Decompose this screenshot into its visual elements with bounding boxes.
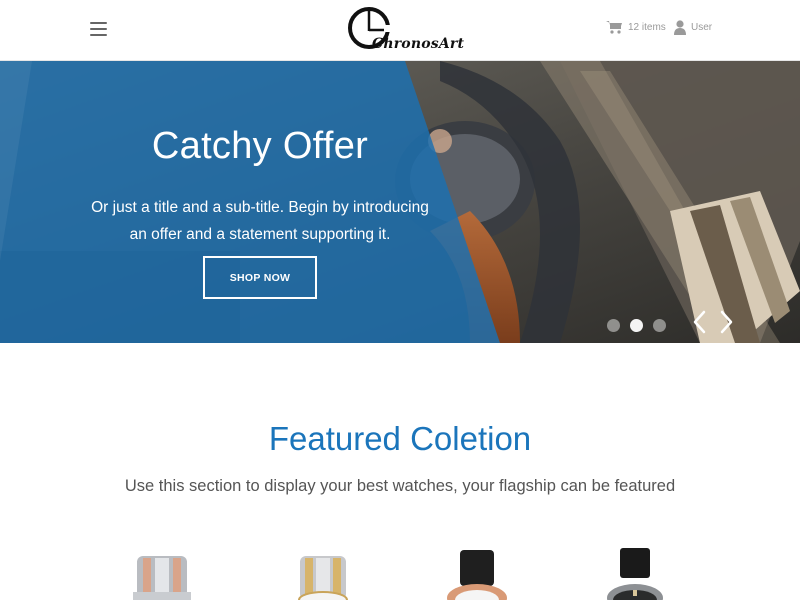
cart-count-label: 12 items: [628, 21, 666, 33]
chevron-left-icon[interactable]: [690, 309, 710, 335]
shopping-cart-icon: [606, 21, 622, 34]
product-watch-2[interactable]: [288, 546, 358, 600]
cart-button[interactable]: 12 items: [606, 18, 666, 36]
hero-title: Catchy Offer: [151, 125, 369, 167]
site-header: ChronosArt 12 items User: [0, 0, 800, 61]
logo-text: ChronosArt: [372, 36, 465, 52]
product-watch-1[interactable]: [127, 546, 197, 600]
carousel-dot-2[interactable]: [630, 319, 643, 332]
featured-subtitle: Use this section to display your best wa…: [124, 477, 676, 495]
user-label: User: [691, 21, 713, 33]
logo[interactable]: ChronosArt: [348, 6, 464, 56]
chevron-right-icon[interactable]: [716, 309, 736, 335]
hero-subtitle-line-1: Or just a title and a sub-title. Begin b…: [91, 199, 429, 216]
carousel-dot-1[interactable]: [607, 319, 620, 332]
featured-title: Featured Coletion: [268, 420, 532, 457]
user-icon: [674, 19, 686, 35]
shop-now-button[interactable]: SHOP NOW: [203, 256, 317, 299]
hero-carousel: Catchy Offer Or just a title and a sub-t…: [0, 61, 800, 343]
hero-subtitle: Or just a title and a sub-title. Begin b…: [60, 194, 460, 248]
user-button[interactable]: User: [674, 17, 712, 37]
hero-subtitle-line-2: an offer and a statement supporting it.: [129, 226, 391, 243]
carousel-dot-3[interactable]: [653, 319, 666, 332]
product-watch-4[interactable]: [600, 546, 670, 600]
hamburger-menu-icon[interactable]: [90, 20, 108, 38]
product-watch-3[interactable]: [442, 546, 512, 600]
